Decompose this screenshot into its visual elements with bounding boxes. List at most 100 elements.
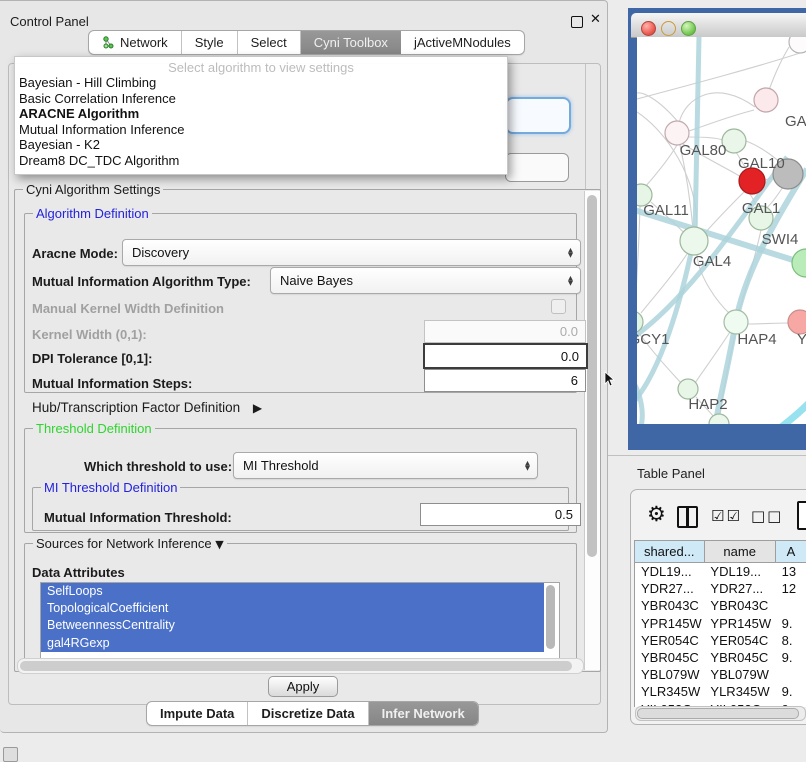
kernel-width-field[interactable]: 0.0 — [424, 320, 586, 343]
float-window-icon[interactable] — [571, 16, 583, 28]
tab-style[interactable]: Style — [182, 31, 238, 54]
settings-group-title: Cyni Algorithm Settings — [23, 182, 163, 197]
which-threshold-value: MI Threshold — [243, 458, 319, 473]
dpi-tolerance-field[interactable]: 0.0 — [423, 343, 588, 369]
control-panel-tabbar: NetworkStyleSelectCyni ToolboxjActiveMNo… — [88, 30, 525, 55]
scrollbar-thumb[interactable] — [587, 195, 597, 557]
tab-network[interactable]: Network — [89, 31, 182, 54]
mi-steps-label: Mutual Information Steps: — [32, 376, 192, 391]
dropdown-item[interactable]: ARACNE Algorithm — [15, 106, 507, 122]
table-row[interactable]: YBL079WYBL079W — [635, 666, 806, 683]
manual-kernel-checkbox[interactable] — [551, 299, 566, 314]
tab-infer-network[interactable]: Infer Network — [369, 702, 478, 725]
settings-vertical-scrollbar[interactable] — [584, 191, 600, 670]
close-traffic-light[interactable] — [641, 21, 656, 36]
hub-section-toggle[interactable]: Hub/Transcription Factor Definition ▶ — [32, 400, 262, 415]
table-cell: YER054C — [704, 632, 775, 649]
attributes-scrollbar-thumb[interactable] — [546, 585, 555, 649]
apply-button[interactable]: Apply — [268, 676, 338, 697]
tab-cyni-toolbox[interactable]: Cyni Toolbox — [301, 31, 401, 54]
scrollbar-thumb[interactable] — [637, 708, 799, 719]
attribute-item[interactable]: BetweennessCentrality — [41, 617, 544, 634]
column-header-1[interactable]: shared... — [635, 541, 705, 563]
data-attributes-list: SelfLoopsTopologicalCoefficientBetweenne… — [40, 582, 560, 659]
network-node-gal[interactable] — [754, 88, 778, 112]
tab-select[interactable]: Select — [238, 31, 301, 54]
dropdown-list: Bayesian - Hill ClimbingBasic Correlatio… — [15, 75, 507, 169]
collapse-arrow-icon[interactable]: ▼ — [215, 538, 223, 551]
tab-discretize-data[interactable]: Discretize Data — [248, 702, 368, 725]
table-row[interactable]: YDR27...YDR27...12 — [635, 580, 806, 597]
mi-steps-field[interactable]: 6 — [424, 369, 586, 392]
data-attributes-label: Data Attributes — [32, 565, 125, 580]
scrollbar-thumb[interactable] — [20, 661, 572, 671]
table-row[interactable]: YPR145WYPR145W9. — [635, 615, 806, 632]
minimize-traffic-light[interactable] — [661, 21, 676, 36]
mi-type-value: Naive Bayes — [280, 273, 353, 288]
algorithm-combobox-fragment[interactable] — [505, 97, 571, 134]
unchecked-columns-icon[interactable]: □□ — [751, 507, 783, 525]
gear-icon[interactable]: ⚙ — [647, 502, 666, 526]
table-panel-divider — [608, 455, 806, 456]
attribute-item[interactable]: TopologicalCoefficient — [41, 600, 544, 617]
table-cell: 8. — [776, 632, 806, 649]
mi-type-combobox[interactable]: Naive Bayes ▲▼ — [270, 267, 581, 294]
network-canvas[interactable]: GALGAL80GAL10GAL1GAL11SWI4GAL4GCY1HAP4YH… — [637, 37, 806, 424]
bottom-tabbar: Impute DataDiscretize DataInfer Network — [146, 701, 479, 726]
table-cell: YDL19... — [704, 563, 775, 580]
checked-columns-icon[interactable]: ☑☑ — [711, 507, 742, 525]
expand-arrow-icon[interactable]: ▶ — [253, 401, 262, 415]
network-window-titlebar[interactable] — [631, 13, 806, 38]
dropdown-item[interactable]: Dream8 DC_TDC Algorithm — [15, 153, 507, 169]
table-panel-title: Table Panel — [637, 466, 705, 481]
table-cell: YBR045C — [635, 649, 704, 666]
settings-horizontal-scrollbar[interactable] — [17, 658, 584, 674]
which-threshold-label: Which threshold to use: — [84, 459, 232, 474]
aracne-mode-combobox[interactable]: Discovery ▲▼ — [122, 239, 581, 266]
table-cell: 9. — [776, 649, 806, 666]
table-cell: YDR27... — [635, 580, 704, 597]
dropdown-item[interactable]: Bayesian - Hill Climbing — [15, 75, 507, 91]
close-icon[interactable]: ✕ — [590, 12, 601, 27]
dropdown-item[interactable]: Bayesian - K2 — [15, 137, 507, 153]
mi-type-label: Mutual Information Algorithm Type: — [32, 274, 251, 289]
table-cell: YBL079W — [635, 666, 704, 683]
attribute-item[interactable]: SelfLoops — [41, 583, 544, 600]
table-row[interactable]: YLR345WYLR345W9. — [635, 683, 806, 700]
node-label: Y — [797, 331, 806, 348]
control-panel-title: Control Panel — [10, 14, 89, 29]
column-header-2[interactable]: name — [705, 541, 776, 563]
dropdown-item[interactable]: Mutual Information Inference — [15, 122, 507, 138]
dock-panel-icon[interactable] — [3, 747, 18, 762]
network-node-gal4[interactable] — [680, 227, 708, 255]
zoom-traffic-light[interactable] — [681, 21, 696, 36]
table-row[interactable]: YBR043CYBR043C — [635, 597, 806, 614]
node-label: HAP4 — [737, 331, 776, 348]
spinner-arrows-icon: ▲▼ — [568, 268, 573, 293]
aracne-mode-value: Discovery — [132, 245, 189, 260]
table-cell: 12 — [776, 580, 806, 597]
node-label: GAL11 — [643, 202, 689, 219]
mi-threshold-field[interactable]: 0.5 — [420, 503, 581, 526]
sources-group-title: Sources for Network Inference ▼ — [33, 536, 227, 551]
which-threshold-combobox[interactable]: MI Threshold ▲▼ — [233, 452, 538, 479]
column-header-3[interactable]: A — [776, 541, 806, 563]
table-cell: YBR043C — [704, 597, 775, 614]
network-node[interactable] — [789, 37, 806, 53]
table-row[interactable]: YBR045CYBR045C9. — [635, 649, 806, 666]
document-icon[interactable] — [797, 501, 806, 530]
node-label: GAL1 — [742, 200, 780, 217]
tab-impute-data[interactable]: Impute Data — [147, 702, 248, 725]
network-node[interactable] — [792, 249, 806, 277]
threshold-definition-title: Threshold Definition — [33, 421, 155, 436]
tab-jactivemnodules[interactable]: jActiveMNodules — [401, 31, 524, 54]
table-row[interactable]: YDL19...YDL19...13 — [635, 563, 806, 580]
algorithm-dropdown: Select algorithm to view settings Bayesi… — [14, 56, 508, 175]
spinner-arrows-icon: ▲▼ — [568, 240, 573, 265]
attribute-item[interactable]: gal4RGexp — [41, 635, 544, 652]
split-pane-icon[interactable] — [677, 506, 698, 528]
table-row[interactable]: YER054CYER054C8. — [635, 632, 806, 649]
dropdown-item[interactable]: Basic Correlation Inference — [15, 91, 507, 107]
table-horizontal-scrollbar[interactable] — [635, 706, 806, 721]
table-cell: YBL079W — [704, 666, 775, 683]
